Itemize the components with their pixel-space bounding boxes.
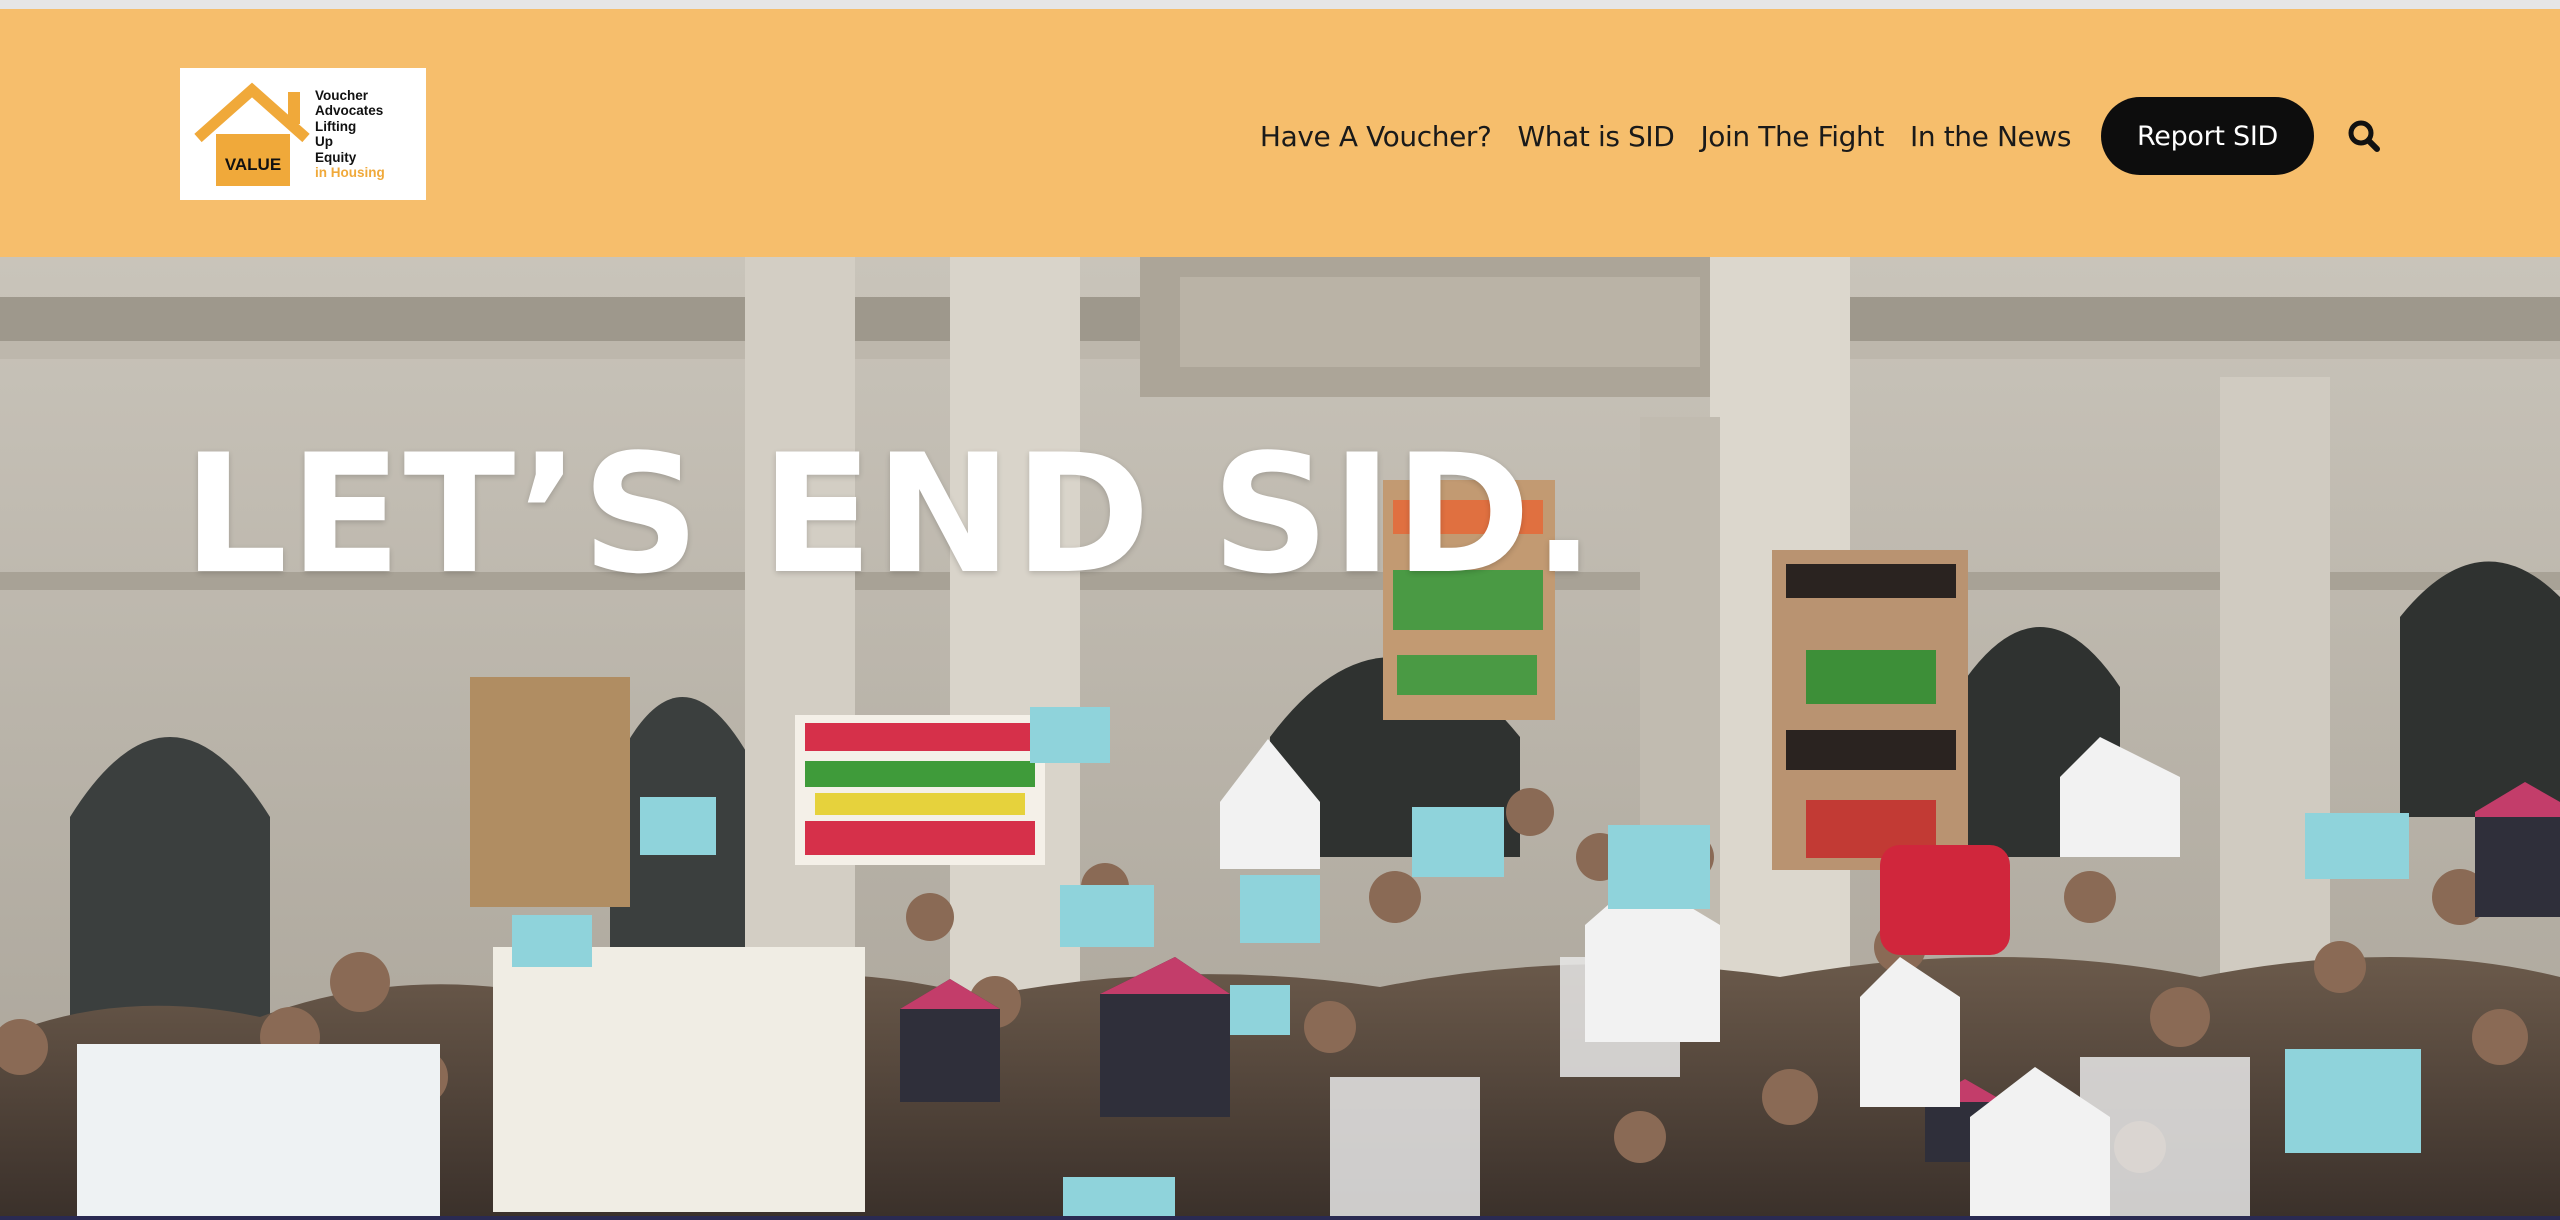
logo-badge: VALUE: [225, 155, 281, 174]
report-sid-button[interactable]: Report SID: [2101, 97, 2314, 175]
nav-join-the-fight[interactable]: Join The Fight: [1700, 120, 1884, 153]
logo-wordmark: Voucher Advocates Lifting Up Equity in H…: [315, 88, 385, 181]
main-nav: Have A Voucher? What is SID Join The Fig…: [1260, 96, 2560, 176]
logo-line: Advocates: [315, 103, 384, 118]
sign-end-hopelessness: [77, 1044, 440, 1220]
logo-line: Up: [315, 134, 333, 149]
bottom-edge: [0, 1216, 2560, 1220]
logo-line: Equity: [315, 149, 357, 165]
hero-protest-photo: [0, 257, 2560, 1220]
nav-have-a-voucher[interactable]: Have A Voucher?: [1260, 120, 1492, 153]
sign-voucher-discrimination: [795, 715, 1045, 865]
value-logo[interactable]: VALUE Voucher Advocates Lifting Up Equit…: [180, 68, 426, 200]
sign-vouchers-move-us-in: [1772, 550, 1968, 870]
top-strip: [0, 0, 2560, 9]
logo-line-accent: in Housing: [315, 165, 385, 180]
house-logo-icon: VALUE: [190, 72, 315, 197]
nav-in-the-news[interactable]: In the News: [1910, 120, 2071, 153]
search-icon[interactable]: [2346, 118, 2382, 154]
logo-line: Voucher: [315, 87, 369, 103]
sign-discrimination-worthless: [493, 947, 865, 1212]
nav-what-is-sid[interactable]: What is SID: [1518, 120, 1675, 153]
site-header: VALUE Voucher Advocates Lifting Up Equit…: [0, 9, 2560, 257]
hero-headline: LET’S END SID.: [183, 419, 1597, 610]
hero: LET’S END SID.: [0, 257, 2560, 1220]
sign-our-green: [470, 677, 630, 907]
logo-line: Lifting: [315, 118, 357, 134]
